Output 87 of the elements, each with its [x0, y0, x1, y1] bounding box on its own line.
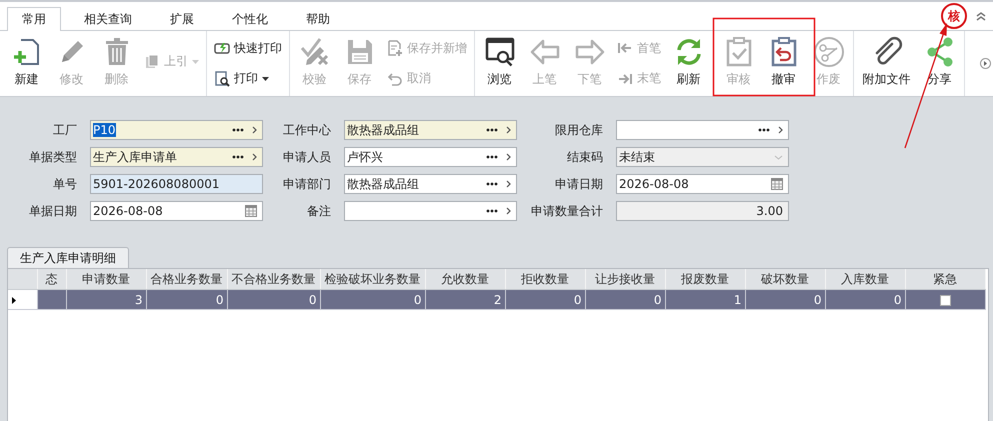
documents-icon	[144, 54, 160, 70]
field-label: 申请日期	[554, 176, 603, 192]
toolbar-button[interactable]: 浏览	[477, 31, 522, 96]
table-cell: 0	[574, 292, 582, 306]
more-icon[interactable]	[232, 155, 244, 159]
chevron-right-icon[interactable]	[778, 126, 783, 134]
field-label: 申请数量合计	[530, 202, 603, 220]
undo-arrow-icon	[387, 70, 403, 87]
field-label: 申请人员	[282, 148, 331, 166]
ribbon-tab[interactable]: 扩展	[155, 7, 209, 31]
lookup-field[interactable]: 散热器成品组	[344, 174, 517, 194]
table-cell: 0	[308, 292, 316, 306]
field-label: 限用仓库	[554, 122, 603, 138]
checkbox[interactable]	[940, 294, 950, 306]
column-header[interactable]: 报废数量	[665, 269, 745, 290]
preview-icon	[214, 70, 230, 87]
lookup-field[interactable]	[344, 201, 517, 221]
lookup-field[interactable]: 生产入库申请单	[90, 147, 263, 167]
column-header[interactable]: 允收数量	[425, 269, 505, 290]
field-label: 单号	[52, 176, 77, 192]
table-cell: 0	[894, 292, 902, 306]
table-row[interactable]: 3 0 0 0 2 0 0 1 0 0	[8, 290, 985, 310]
scroll-right-icon[interactable]	[980, 58, 991, 69]
toolbar-button[interactable]: 撤审	[761, 31, 806, 96]
column-header[interactable]: 让步接收量	[585, 269, 665, 290]
column-header[interactable]: 合格业务数量	[146, 269, 227, 290]
chevron-right-icon[interactable]	[506, 180, 511, 188]
field-label: 结束码	[566, 148, 603, 166]
column-header[interactable]: 检验破坏业务数量	[320, 269, 425, 290]
table-cell: 3	[134, 292, 142, 306]
toolbar-button[interactable]: 附加文件	[856, 31, 917, 96]
column-header[interactable]: 态	[37, 269, 66, 290]
chevron-right-icon[interactable]	[252, 153, 257, 161]
field-label: 单据类型	[28, 148, 77, 166]
toolbar-button[interactable]: 刷新	[666, 31, 711, 96]
more-icon[interactable]	[486, 155, 498, 159]
calendar-icon[interactable]	[245, 205, 257, 217]
field-label: 单据日期	[28, 202, 77, 220]
ribbon-tab[interactable]: 帮助	[291, 7, 345, 31]
column-header[interactable]: 申请数量	[66, 269, 146, 290]
window-search-icon	[484, 36, 516, 68]
field-label: 申请部门	[282, 176, 331, 192]
ribbon-tab[interactable]: 相关查询	[69, 7, 147, 31]
detail-tab[interactable]: 生产入库申请明细	[7, 247, 129, 268]
chevron-right-icon[interactable]	[506, 126, 511, 134]
toolbar-button[interactable]: 快速打印	[209, 38, 287, 59]
document-plus-icon	[387, 40, 403, 56]
table-cell: 0	[216, 292, 224, 306]
more-icon[interactable]	[486, 209, 498, 213]
caret-icon	[192, 60, 199, 64]
printer-icon	[214, 40, 230, 56]
lookup-field[interactable]: 卢怀兴	[344, 147, 517, 167]
more-icon[interactable]	[486, 128, 498, 132]
table-cell: 1	[734, 292, 742, 306]
ribbon-tab[interactable]: 常用	[7, 7, 61, 31]
more-icon[interactable]	[232, 128, 244, 132]
toolbar-button[interactable]: 新建	[4, 31, 49, 96]
table-cell: 0	[414, 292, 422, 306]
chevron-right-icon[interactable]	[252, 126, 257, 134]
scissors-icon	[812, 36, 844, 68]
toolbar-button[interactable]: 打印	[209, 68, 287, 90]
table-cell: 0	[654, 292, 662, 306]
column-header[interactable]: 入库数量	[825, 269, 905, 290]
more-icon[interactable]	[758, 128, 770, 132]
chevron-right-icon[interactable]	[506, 153, 511, 161]
lookup-field[interactable]: 散热器成品组	[344, 120, 517, 140]
check-pencil-icon	[298, 36, 330, 68]
chevron-right-icon[interactable]	[506, 207, 511, 215]
column-header[interactable]: 紧急	[905, 269, 985, 290]
calendar-icon[interactable]	[771, 178, 783, 190]
collapse-icon[interactable]	[975, 11, 987, 21]
more-icon[interactable]	[486, 182, 498, 186]
column-header[interactable]: 拒收数量	[505, 269, 585, 290]
field-label: 工厂	[52, 122, 77, 138]
date-field[interactable]: 2026-08-08	[616, 174, 789, 194]
column-header[interactable]: 不合格业务数量	[227, 269, 320, 290]
field-label: 备注	[306, 202, 331, 220]
table-cell: 0	[814, 292, 822, 306]
field-label: 工作中心	[282, 122, 331, 138]
table-cell: 2	[494, 292, 502, 306]
ribbon-tab[interactable]: 个性化	[217, 7, 283, 31]
text-field[interactable]: 5901-202608080001	[90, 174, 263, 194]
date-field[interactable]: 2026-08-08	[90, 201, 263, 221]
row-indicator-icon	[12, 296, 16, 304]
column-header[interactable]: 破坏数量	[745, 269, 825, 290]
lookup-field[interactable]: P10	[90, 120, 263, 140]
lookup-field[interactable]	[616, 120, 789, 140]
